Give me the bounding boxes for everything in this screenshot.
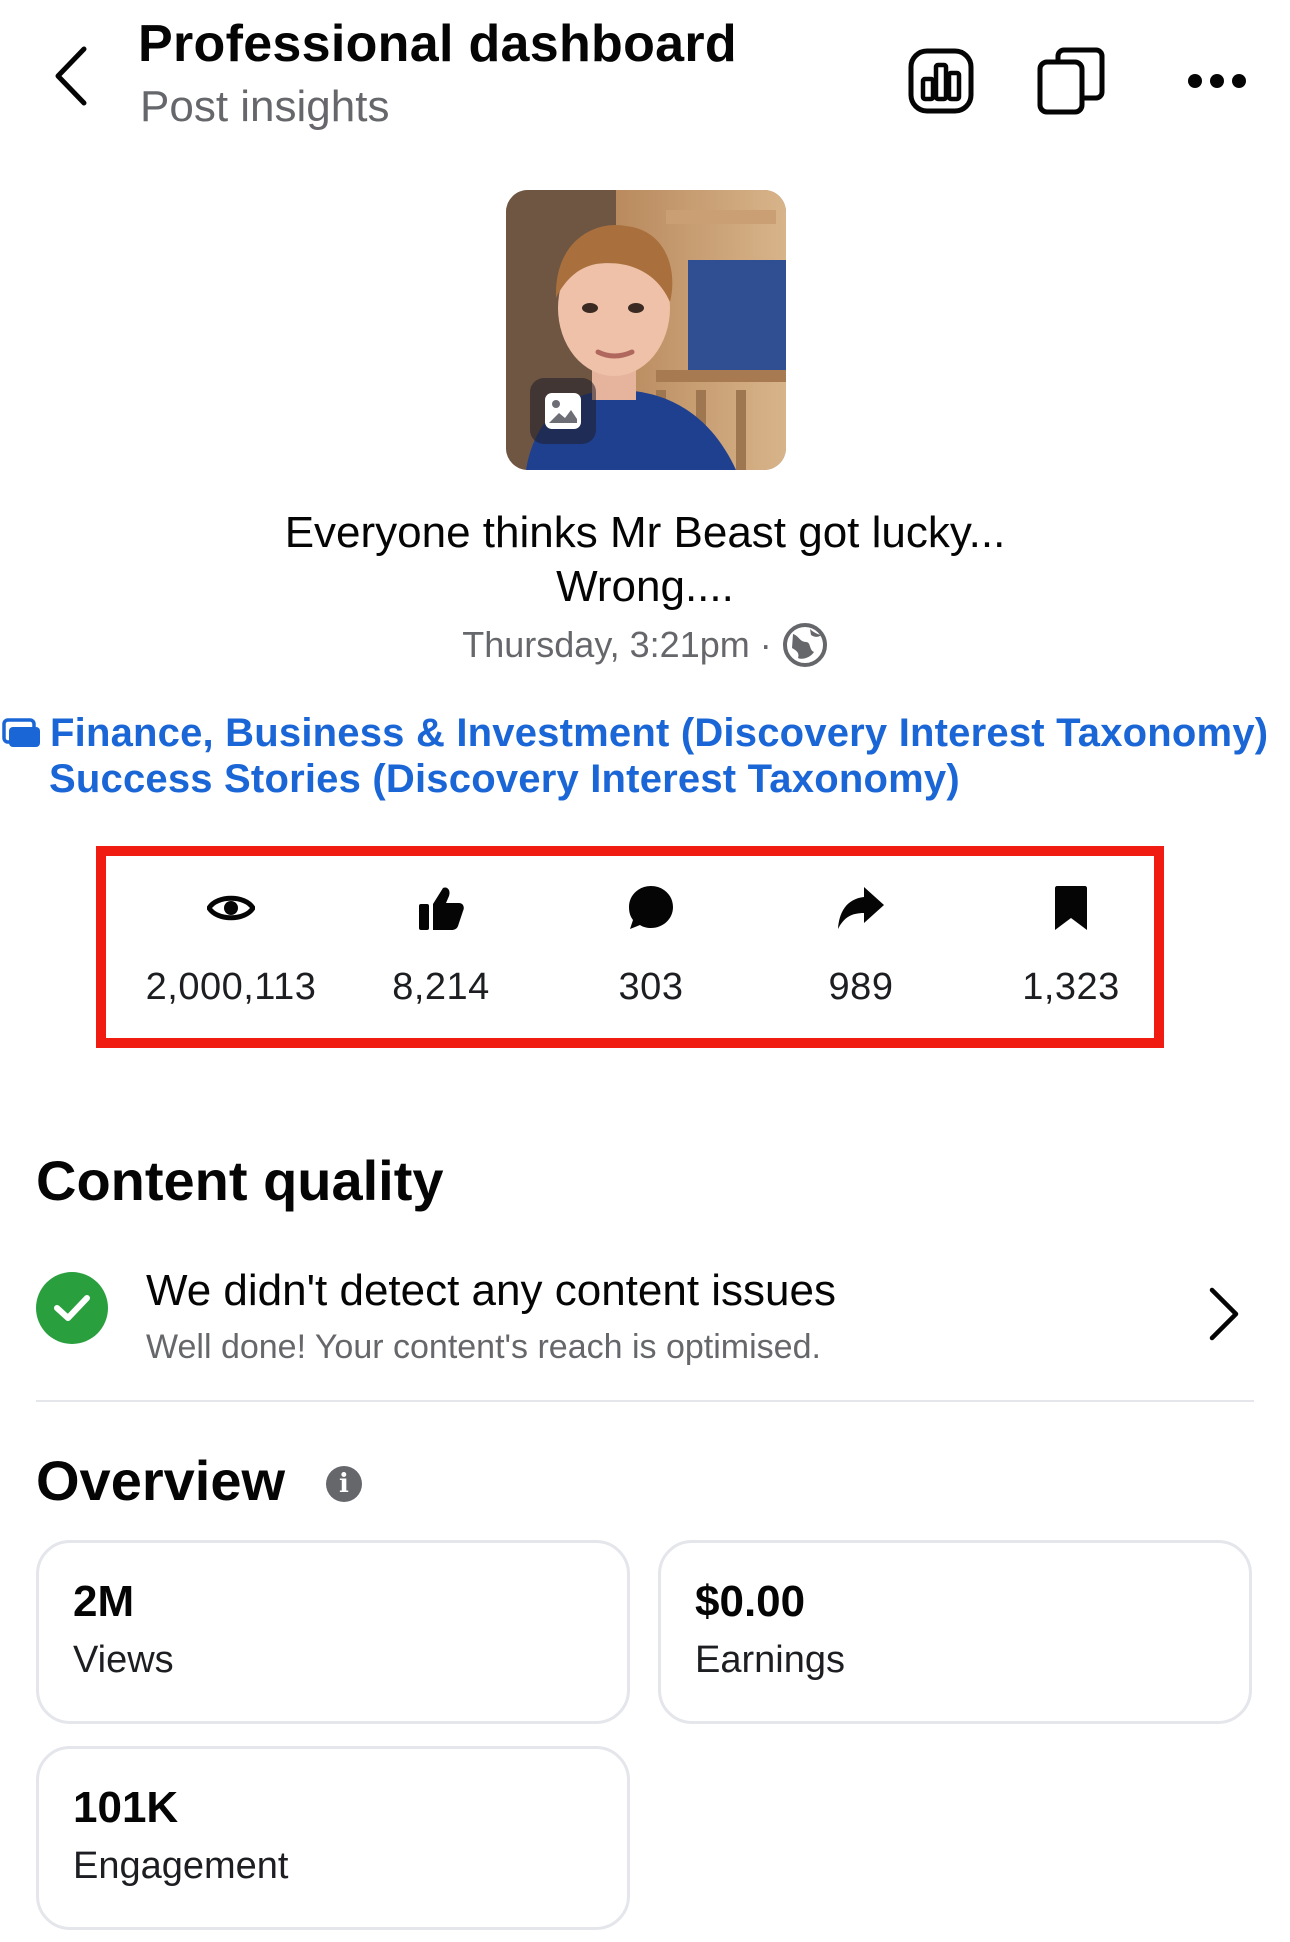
like-icon: [419, 887, 464, 930]
post-timestamp: Thursday, 3:21pm ·: [462, 624, 772, 665]
photo-badge: [530, 378, 596, 444]
stat-saves: 1,323: [966, 876, 1176, 1009]
quality-status-title: We didn't detect any content issues: [146, 1266, 836, 1315]
page-subtitle: Post insights: [140, 82, 390, 131]
info-icon[interactable]: i: [326, 1466, 362, 1502]
eye-icon: [207, 895, 255, 921]
copy-icon: [1037, 47, 1105, 115]
overview-card-engagement[interactable]: 101K Engagement: [36, 1746, 630, 1930]
quality-status-subtitle: Well done! Your content's reach is optim…: [146, 1328, 821, 1366]
card-value: 101K: [73, 1783, 179, 1832]
engagement-stats-highlight: 2,000,113 8,214 303 989 1,323: [96, 846, 1164, 1048]
card-label: Engagement: [73, 1845, 289, 1887]
post-meta: Thursday, 3:21pm ·: [0, 622, 1290, 668]
divider: [36, 1400, 1254, 1402]
card-value: $0.00: [695, 1577, 806, 1626]
content-quality-heading: Content quality: [36, 1149, 444, 1212]
overview-card-views[interactable]: 2M Views: [36, 1540, 630, 1724]
card-label: Earnings: [695, 1639, 845, 1681]
card-label: Views: [73, 1639, 174, 1681]
post-caption: Everyone thinks Mr Beast got lucky... Wr…: [0, 506, 1290, 614]
image-icon: [545, 393, 581, 429]
stat-shares: 989: [756, 876, 966, 1009]
stat-value: 2,000,113: [145, 966, 317, 1008]
caption-line: Wrong....: [556, 562, 734, 611]
stat-views: 2,000,113: [126, 876, 336, 1009]
content-quality-row[interactable]: We didn't detect any content issues Well…: [36, 1266, 1254, 1386]
check-circle-icon: [36, 1272, 108, 1344]
card-value: 2M: [73, 1577, 135, 1626]
stat-value: 8,214: [392, 966, 490, 1008]
topic-link[interactable]: Finance, Business & Investment (Discover…: [50, 710, 1268, 756]
folder-icon: [2, 718, 40, 747]
stat-reactions: 8,214: [336, 876, 546, 1009]
bookmark-icon: [1055, 886, 1087, 930]
chevron-right-icon: [1194, 1274, 1254, 1354]
overview-card-earnings[interactable]: $0.00 Earnings: [658, 1540, 1252, 1724]
copy-button[interactable]: [1026, 36, 1116, 126]
share-icon: [838, 887, 884, 929]
comment-icon: [629, 886, 673, 929]
stat-value: 1,323: [1022, 966, 1120, 1008]
more-options-button[interactable]: [1172, 36, 1262, 126]
globe-icon: [782, 623, 827, 667]
more-horizontal-icon: [1188, 74, 1246, 88]
chevron-left-icon: [55, 46, 87, 106]
caption-line: Everyone thinks Mr Beast got lucky...: [284, 508, 1006, 557]
back-button[interactable]: [40, 36, 100, 116]
stat-value: 989: [828, 966, 894, 1008]
bar-chart-icon: [908, 48, 974, 114]
page-title: Professional dashboard: [138, 15, 737, 73]
stat-comments: 303: [546, 876, 756, 1009]
stat-value: 303: [618, 966, 684, 1008]
insights-chart-button[interactable]: [896, 36, 986, 126]
topic-link[interactable]: Success Stories (Discovery Interest Taxo…: [49, 756, 960, 802]
overview-heading: Overview: [36, 1449, 286, 1512]
